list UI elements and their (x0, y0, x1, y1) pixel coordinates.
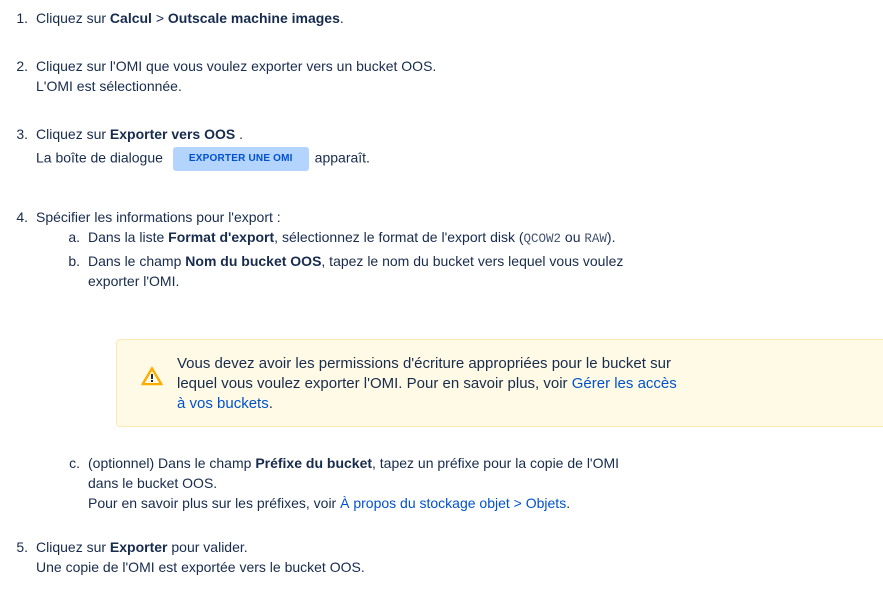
punctuation: . (235, 126, 243, 142)
step-result-end: apparaît. (314, 149, 370, 166)
field-format-export: Format d'export (168, 229, 275, 245)
step-text: Cliquez sur (36, 10, 110, 26)
step-number: 5. (16, 539, 28, 555)
button-label-exporter: Exporter (109, 539, 168, 555)
substep-letter: c. (69, 455, 80, 471)
step-number: 3. (16, 126, 28, 142)
field-nom-du-bucket: Nom du bucket OOS (185, 253, 322, 269)
step-text: Cliquez sur l'OMI que vous voulez export… (36, 58, 437, 74)
separator-text: > (151, 10, 168, 26)
substep-text: , tapez un préfixe pour la copie de l'OM… (372, 455, 620, 471)
link-gerer-acces-buckets-cont[interactable]: à vos buckets (177, 395, 269, 412)
warning-text: Vous devez avoir les permissions d'écrit… (177, 355, 671, 372)
substep-text-continued: dans le bucket OOS. (88, 475, 218, 491)
code-raw: RAW (584, 232, 607, 246)
punctuation: . (268, 395, 273, 412)
warning-panel: Vous devez avoir les permissions d'écrit… (116, 339, 883, 427)
step-text: pour valider. (167, 539, 248, 555)
step-text: Cliquez sur (36, 539, 110, 555)
warning-text: lequel vous voulez exporter l'OMI. Pour … (177, 375, 572, 392)
substep-text: , sélectionnez le format de l'export dis… (274, 229, 524, 245)
menu-calcul: Calcul (109, 10, 152, 26)
substep-text: Pour en savoir plus sur les préfixes, vo… (88, 495, 341, 511)
code-qcow2: QCOW2 (523, 232, 562, 246)
substep-text: Dans la liste (88, 229, 169, 245)
step-number: 4. (16, 209, 28, 225)
link-stockage-objet[interactable]: À propos du stockage objet > Objets (340, 495, 566, 511)
substep-letter: b. (68, 253, 80, 269)
link-gerer-acces-buckets[interactable]: Gérer les accès (572, 375, 677, 392)
step-result: La boîte de dialogue (36, 149, 163, 166)
substep-text-continued: exporter l'OMI. (88, 273, 180, 289)
punctuation: . (339, 10, 344, 26)
step-text: Spécifier les informations pour l'export… (36, 209, 281, 225)
menu-outscale-machine-images: Outscale machine images (167, 10, 340, 26)
warning-icon (141, 366, 163, 386)
substep-text: (optionnel) Dans le champ (88, 455, 256, 471)
substep-text: , tapez le nom du bucket vers lequel vou… (321, 253, 624, 269)
substep-letter: a. (68, 229, 80, 245)
step-number: 1. (16, 10, 28, 26)
dialog-title-chip: EXPORTER UNE OMI (172, 147, 309, 171)
substep-text: ou (561, 229, 585, 245)
punctuation: ). (606, 229, 616, 245)
step-number: 2. (16, 58, 28, 74)
button-label-exporter-vers-oos: Exporter vers OOS (109, 126, 236, 142)
substep-text: Dans le champ (88, 253, 186, 269)
step-result: Une copie de l'OMI est exportée vers le … (36, 559, 365, 575)
punctuation: . (566, 495, 571, 511)
step-result: L'OMI est sélectionnée. (36, 78, 182, 94)
step-text: Cliquez sur (36, 126, 110, 142)
field-prefixe-du-bucket: Préfixe du bucket (255, 455, 373, 471)
